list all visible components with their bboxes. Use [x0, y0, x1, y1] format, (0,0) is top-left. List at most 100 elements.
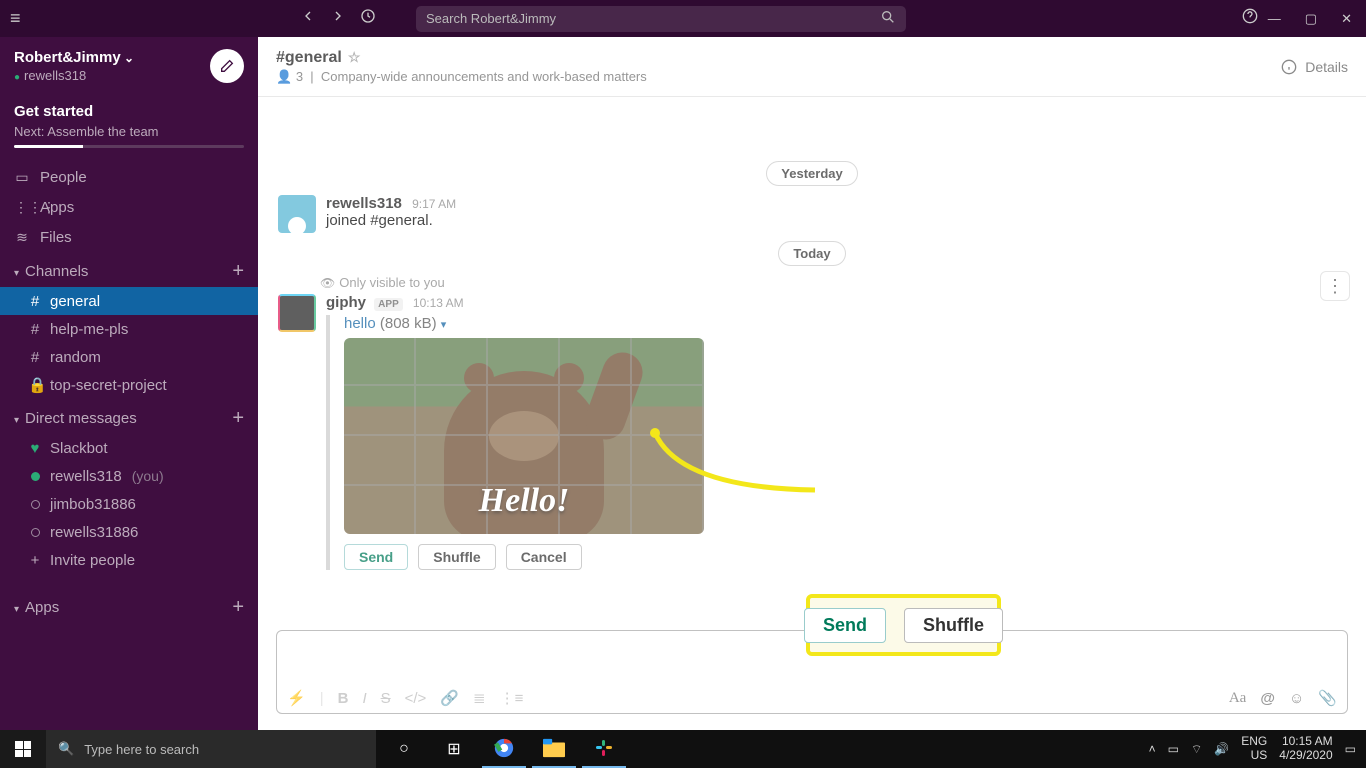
code-icon[interactable]: </>	[405, 690, 427, 707]
bullet-list-icon[interactable]: ⋮≡	[500, 689, 524, 707]
message-time: 10:13 AM	[413, 296, 464, 310]
current-user[interactable]: ●rewells318	[14, 68, 134, 83]
dm-jimbob[interactable]: jimbob31886	[0, 490, 258, 518]
title-bar: ≡ Search Robert&Jimmy — ▢ ✕	[0, 0, 1366, 37]
close-button[interactable]: ✕	[1341, 11, 1352, 27]
tray-chevron-icon[interactable]: ˄	[1149, 742, 1156, 756]
nav-people[interactable]: ▭People	[0, 162, 258, 192]
search-icon	[880, 9, 896, 28]
channel-topic[interactable]: Company-wide announcements and work-base…	[321, 69, 647, 84]
format-icon[interactable]: Aa	[1229, 690, 1247, 707]
battery-icon[interactable]: ▭	[1168, 742, 1179, 756]
onboarding-progress	[14, 145, 244, 148]
dm-self[interactable]: rewells318(you)	[0, 462, 258, 490]
chrome-icon[interactable]	[482, 730, 526, 768]
italic-icon[interactable]: I	[362, 690, 366, 707]
channel-title[interactable]: #general☆	[276, 49, 360, 66]
attachment-link[interactable]: hello	[344, 315, 376, 332]
send-button[interactable]: Send	[344, 544, 408, 570]
notifications-icon[interactable]: ▭	[1345, 742, 1356, 756]
apps-icon: ⋮⋮⋮	[14, 199, 30, 216]
callout-send-button[interactable]: Send	[804, 608, 886, 643]
task-view-icon[interactable]: ⊞	[432, 730, 476, 768]
dm-rewells31886[interactable]: rewells31886	[0, 518, 258, 546]
files-icon: ≋	[14, 229, 30, 246]
star-icon[interactable]: ☆	[348, 49, 361, 65]
invite-people[interactable]: +Invite people	[0, 546, 258, 574]
chevron-down-icon[interactable]: ▾	[441, 319, 447, 331]
cortana-icon[interactable]: ○	[382, 730, 426, 768]
add-dm-button[interactable]: +	[232, 407, 244, 430]
message-author[interactable]: rewells318	[326, 195, 402, 212]
get-started-next: Next: Assemble the team	[14, 124, 244, 139]
attach-icon[interactable]: 📎	[1318, 689, 1337, 707]
wifi-icon[interactable]: ⌔	[1191, 742, 1202, 757]
hamburger-icon[interactable]: ≡	[10, 8, 30, 29]
apps-section-header[interactable]: ▾Apps +	[0, 588, 258, 623]
dms-section-header[interactable]: ▾Direct messages +	[0, 399, 258, 434]
details-button[interactable]: Details	[1281, 59, 1348, 75]
app-badge: APP	[374, 298, 403, 311]
lock-icon: 🔒	[28, 376, 42, 394]
mention-icon[interactable]: @	[1260, 690, 1275, 707]
channels-section-header[interactable]: ▾Channels +	[0, 252, 258, 287]
gif-caption: Hello!	[479, 482, 570, 520]
maximize-button[interactable]: ▢	[1305, 11, 1317, 27]
message-author[interactable]: giphy	[326, 294, 366, 311]
strike-icon[interactable]: S	[381, 690, 391, 707]
gif-preview[interactable]: Hello!	[344, 338, 704, 534]
presence-online-icon	[31, 472, 40, 481]
search-placeholder: Search Robert&Jimmy	[426, 11, 556, 26]
nav-files[interactable]: ≋Files	[0, 222, 258, 252]
channel-subheader: 👤 3 | Company-wide announcements and wor…	[276, 69, 647, 85]
forward-button[interactable]	[330, 8, 346, 29]
cancel-button[interactable]: Cancel	[506, 544, 582, 570]
search-icon: 🔍	[58, 741, 74, 757]
workspace-switcher[interactable]: Robert&Jimmy	[14, 49, 134, 66]
start-button[interactable]	[0, 730, 46, 768]
date-divider-yesterday: Yesterday	[258, 165, 1366, 183]
annotation-callout: Send Shuffle	[806, 594, 1001, 656]
eye-icon: 👁	[320, 276, 335, 290]
channel-general[interactable]: #general	[0, 287, 258, 315]
explorer-icon[interactable]	[532, 730, 576, 768]
back-button[interactable]	[300, 8, 316, 29]
people-icon: ▭	[14, 169, 30, 186]
add-app-button[interactable]: +	[232, 596, 244, 619]
history-button[interactable]	[360, 8, 376, 29]
nav-apps[interactable]: ⋮⋮⋮Apps	[0, 192, 258, 222]
ordered-list-icon[interactable]: ≣	[473, 689, 486, 707]
minimize-button[interactable]: —	[1268, 11, 1281, 27]
message-join: rewells318 9:17 AM joined #general.	[258, 191, 1366, 237]
compose-button[interactable]	[210, 49, 244, 83]
channel-top-secret-project[interactable]: 🔒top-secret-project	[0, 371, 258, 399]
volume-icon[interactable]: 🔊	[1214, 742, 1229, 756]
add-channel-button[interactable]: +	[232, 260, 244, 283]
language-indicator[interactable]: ENGUS	[1241, 735, 1267, 763]
taskbar-search[interactable]: 🔍 Type here to search	[46, 730, 376, 768]
bold-icon[interactable]: B	[338, 690, 349, 707]
shortcuts-icon[interactable]: ⚡	[287, 689, 306, 707]
main-content: #general☆ 👤 3 | Company-wide announcemen…	[258, 37, 1366, 730]
channel-random[interactable]: #random	[0, 343, 258, 371]
callout-shuffle-button[interactable]: Shuffle	[904, 608, 1003, 643]
members-icon[interactable]: 👤 3	[276, 69, 303, 84]
get-started-heading[interactable]: Get started	[14, 103, 244, 120]
link-icon[interactable]: 🔗	[440, 689, 459, 707]
shuffle-button[interactable]: Shuffle	[418, 544, 495, 570]
presence-offline-icon	[31, 500, 40, 509]
message-text: joined #general.	[326, 212, 456, 229]
dm-slackbot[interactable]: ♥Slackbot	[0, 434, 258, 462]
avatar[interactable]	[278, 195, 316, 233]
slack-taskbar-icon[interactable]	[582, 730, 626, 768]
date-divider-today: Today	[258, 245, 1366, 263]
message-actions-button[interactable]: ⋮	[1320, 271, 1350, 301]
giphy-avatar[interactable]	[278, 294, 316, 332]
clock[interactable]: 10:15 AM4/29/2020	[1279, 735, 1332, 763]
emoji-icon[interactable]: ☺	[1289, 690, 1304, 707]
help-icon[interactable]	[1242, 8, 1258, 29]
sidebar: Robert&Jimmy ●rewells318 Get started Nex…	[0, 37, 258, 730]
channel-header: #general☆ 👤 3 | Company-wide announcemen…	[258, 37, 1366, 97]
channel-help-me-pls[interactable]: #help-me-pls	[0, 315, 258, 343]
search-input[interactable]: Search Robert&Jimmy	[416, 6, 906, 32]
